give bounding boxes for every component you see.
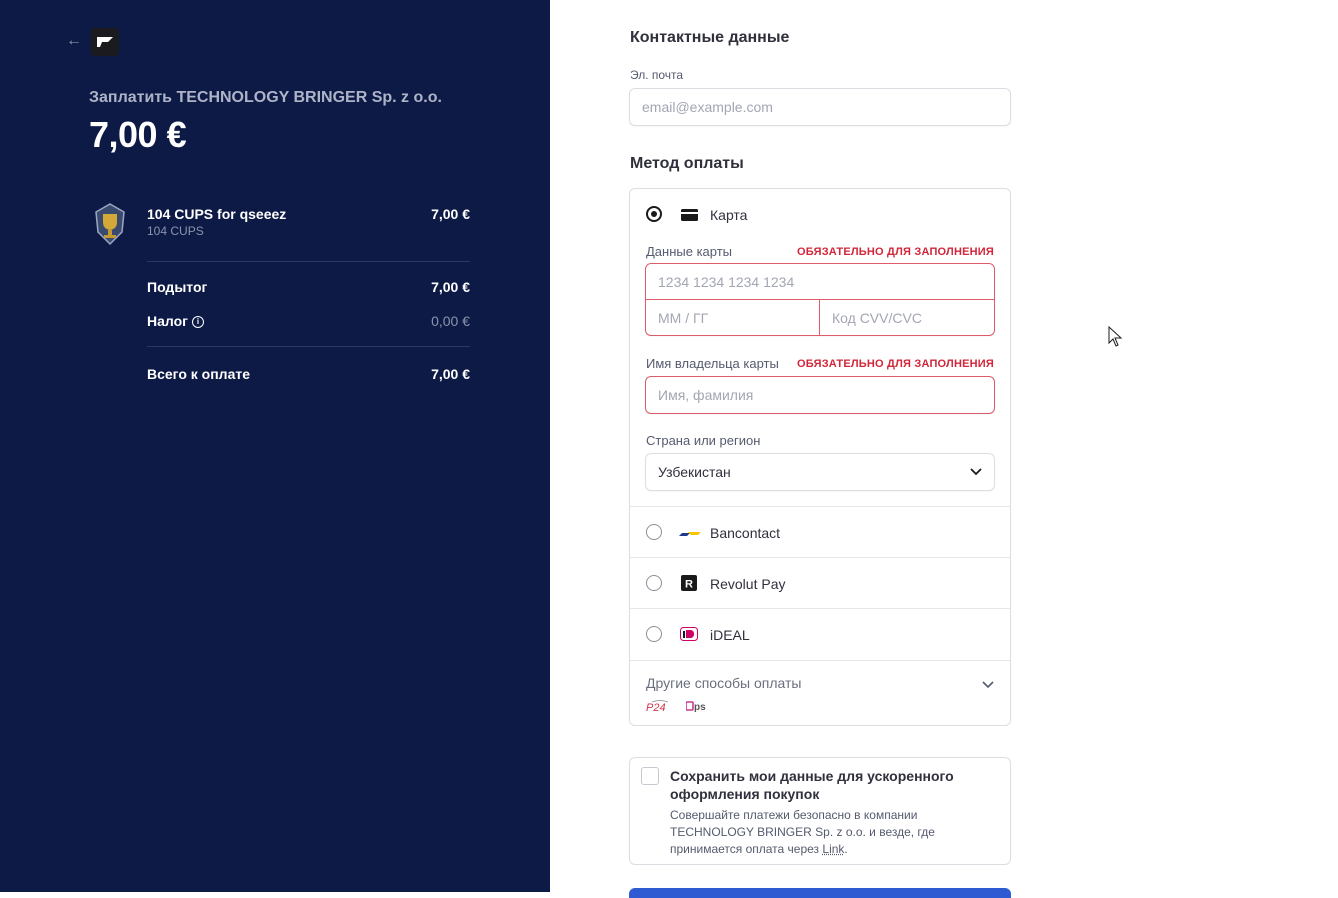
- total-amount: 7,00 €: [89, 114, 186, 156]
- card-data-label: Данные карты: [646, 244, 732, 259]
- divider: [630, 660, 1010, 661]
- holder-label: Имя владельца карты: [646, 356, 779, 371]
- save-info-checkbox[interactable]: [641, 767, 659, 785]
- ideal-radio[interactable]: [646, 626, 662, 642]
- bancontact-label[interactable]: Bancontact: [710, 525, 780, 541]
- checkout-form: Контактные данные Эл. почта email@exampl…: [550, 0, 1338, 892]
- card-required-text: ОБЯЗАТЕЛЬНО ДЛЯ ЗАПОЛНЕНИЯ: [797, 246, 994, 258]
- divider: [630, 506, 1010, 507]
- product-trophy-icon: [92, 202, 128, 246]
- save-info-description: Совершайте платежи безопасно в компании …: [670, 808, 935, 856]
- product-subtitle: 104 CUPS: [147, 224, 204, 238]
- chevron-down-icon: [970, 467, 982, 477]
- svg-text:ps: ps: [694, 702, 706, 713]
- payment-methods-box: Карта Данные карты ОБЯЗАТЕЛЬНО ДЛЯ ЗАПОЛ…: [629, 188, 1011, 726]
- card-icon: [681, 207, 699, 223]
- svg-text:P24: P24: [646, 702, 666, 713]
- subtotal-label: Подытог: [147, 279, 207, 295]
- product-name: 104 CUPS for qseeez: [147, 206, 286, 222]
- product-price: 7,00 €: [431, 206, 470, 222]
- tax-label: Налог: [147, 313, 188, 329]
- ideal-label[interactable]: iDEAL: [710, 627, 750, 643]
- save-info-period: .: [844, 842, 847, 856]
- revolut-label[interactable]: Revolut Pay: [710, 576, 785, 592]
- card-label[interactable]: Карта: [710, 207, 747, 223]
- revolut-radio[interactable]: [646, 575, 662, 591]
- pay-button[interactable]: [629, 888, 1011, 898]
- card-number-input[interactable]: 1234 1234 1234 1234: [645, 263, 995, 300]
- save-info-box: Сохранить мои данные для ускоренного офо…: [629, 757, 1011, 865]
- save-info-text: Совершайте платежи безопасно в компании …: [670, 807, 990, 858]
- divider: [147, 261, 470, 262]
- divider: [147, 346, 470, 347]
- bancontact-icon: [678, 526, 702, 542]
- divider: [630, 608, 1010, 609]
- merchant-logo: [91, 28, 119, 56]
- divider: [630, 557, 1010, 558]
- email-field[interactable]: email@example.com: [629, 88, 1011, 126]
- other-methods-label[interactable]: Другие способы оплаты: [646, 675, 801, 691]
- back-arrow-icon[interactable]: ←: [66, 31, 86, 51]
- tax-value: 0,00 €: [431, 313, 470, 329]
- eps-icon: ps: [686, 699, 710, 713]
- expiry-input[interactable]: ММ / ГГ: [645, 299, 821, 336]
- holder-required-text: ОБЯЗАТЕЛЬНО ДЛЯ ЗАПОЛНЕНИЯ: [797, 358, 994, 370]
- merchant-line: Заплатить TECHNOLOGY BRINGER Sp. z o.o.: [89, 89, 442, 107]
- subtotal-value: 7,00 €: [431, 279, 470, 295]
- cvc-input[interactable]: Код CVV/CVC: [819, 299, 995, 336]
- ideal-icon: [680, 626, 698, 642]
- total-value: 7,00 €: [431, 366, 470, 382]
- svg-text:R: R: [685, 579, 693, 591]
- contact-heading: Контактные данные: [630, 29, 789, 47]
- mouse-cursor-icon: [1108, 326, 1124, 348]
- order-summary-panel: ← Заплатить TECHNOLOGY BRINGER Sp. z o.o…: [0, 0, 550, 892]
- chevron-down-icon[interactable]: [982, 680, 994, 690]
- payment-method-heading: Метод оплаты: [630, 155, 744, 173]
- bancontact-radio[interactable]: [646, 524, 662, 540]
- save-info-title[interactable]: Сохранить мои данные для ускоренного офо…: [670, 767, 990, 803]
- revolut-icon: R: [681, 575, 697, 591]
- card-radio[interactable]: [646, 206, 662, 222]
- country-label: Страна или регион: [646, 433, 760, 448]
- link-info-link[interactable]: Link: [822, 842, 844, 856]
- p24-icon: P24: [646, 699, 670, 713]
- country-value: Узбекистан: [658, 464, 731, 480]
- info-icon[interactable]: i: [192, 316, 204, 328]
- tax-row: Налог i: [147, 313, 204, 329]
- cardholder-name-input[interactable]: Имя, фамилия: [645, 376, 995, 414]
- country-select[interactable]: Узбекистан: [645, 453, 995, 491]
- total-label: Всего к оплате: [147, 366, 250, 382]
- email-label: Эл. почта: [630, 68, 683, 82]
